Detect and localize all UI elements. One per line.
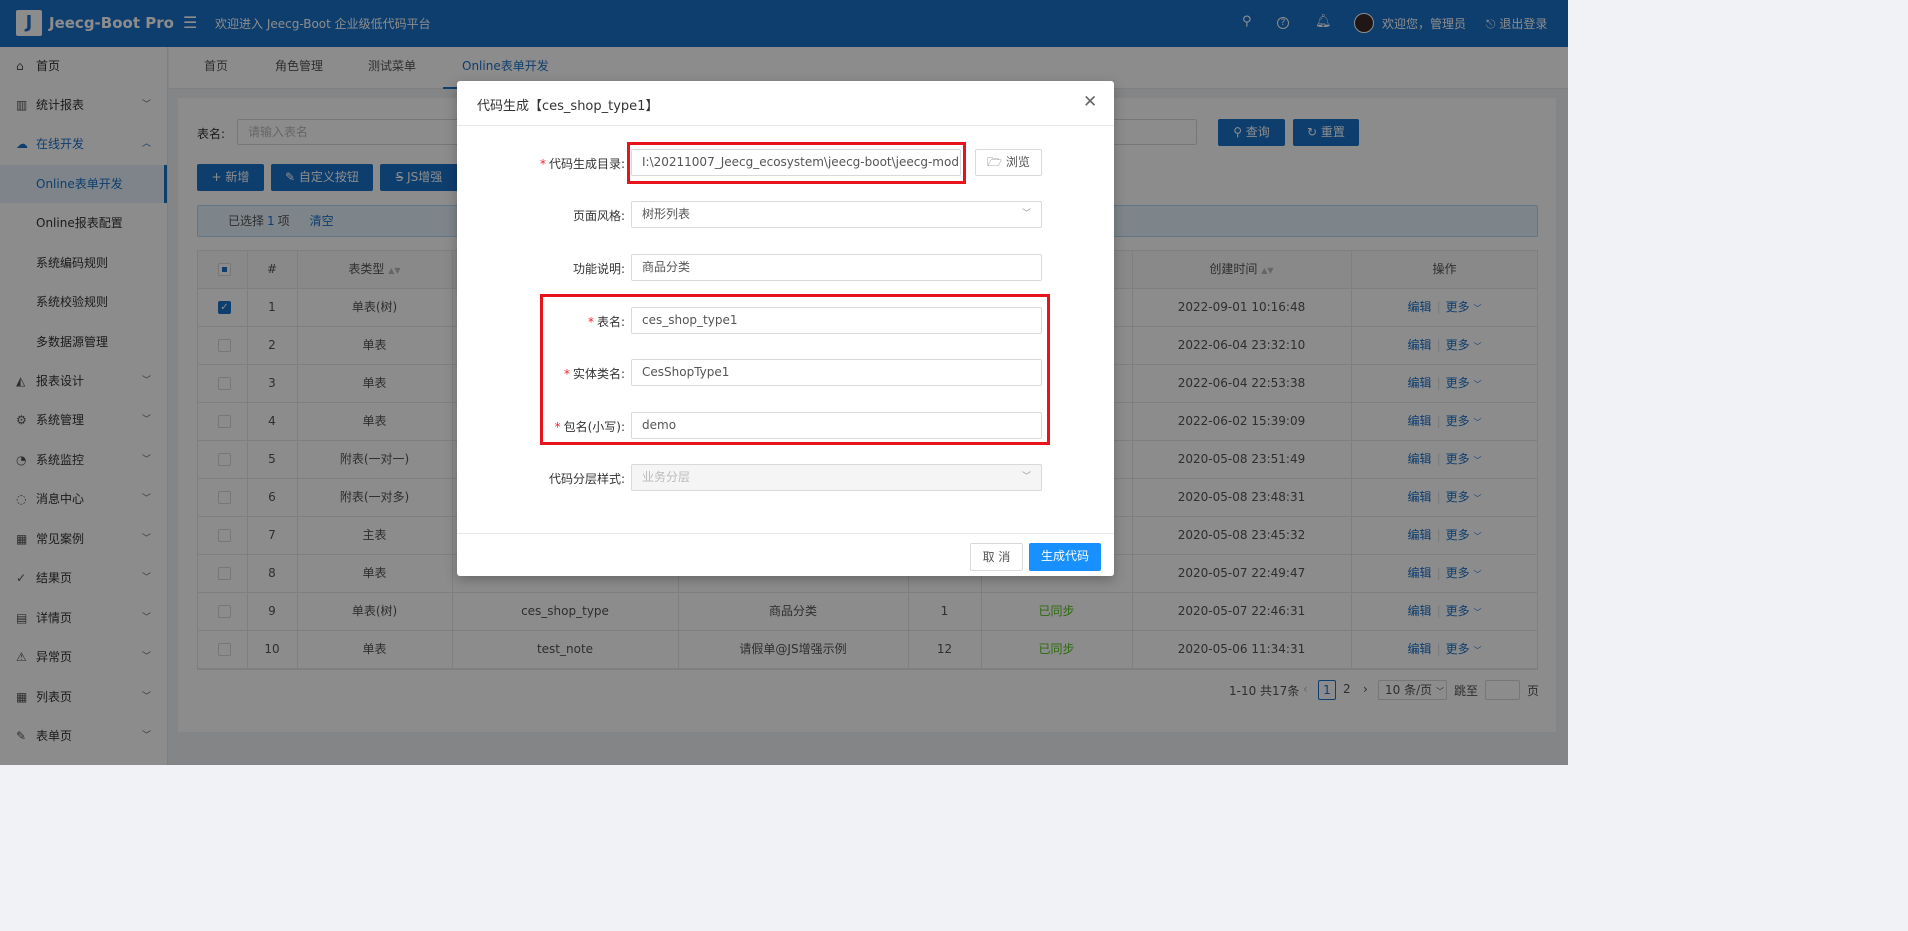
required-mark: * <box>539 157 546 171</box>
modal-footer-divider <box>457 533 1114 534</box>
chevron-down-icon: ﹀ <box>1021 209 1031 219</box>
close-icon[interactable]: ✕ <box>1083 92 1097 112</box>
desc-input[interactable]: 商品分类 <box>631 254 1042 281</box>
chevron-down-icon: ﹀ <box>1021 472 1031 482</box>
code-generate-modal: 代码生成【ces_shop_type1】 ✕ * 代码生成目录: I:\20211… <box>457 81 1114 576</box>
folder-icon: 🗁 <box>987 155 1006 169</box>
layer-select: 业务分层 ﹀ <box>631 464 1042 491</box>
dir-label: * 代码生成目录: <box>457 155 625 172</box>
browse-label: 浏览 <box>1005 155 1030 169</box>
highlight-box <box>627 142 966 184</box>
dir-label-text: 代码生成目录: <box>548 157 625 171</box>
style-select[interactable]: 树形列表 ﹀ <box>631 201 1042 228</box>
browse-button[interactable]: 🗁 浏览 <box>975 149 1042 176</box>
generate-code-button[interactable]: 生成代码 <box>1029 543 1101 571</box>
highlight-box <box>540 294 1050 445</box>
layer-value: 业务分层 <box>642 470 691 484</box>
modal-title: 代码生成【ces_shop_type1】 <box>477 99 659 114</box>
cancel-button[interactable]: 取 消 <box>970 543 1023 571</box>
style-value: 树形列表 <box>642 207 691 221</box>
desc-label: 功能说明: <box>572 262 625 276</box>
layer-label: 代码分层样式: <box>548 472 625 486</box>
modal-divider <box>457 125 1114 126</box>
style-label: 页面风格: <box>572 209 625 223</box>
